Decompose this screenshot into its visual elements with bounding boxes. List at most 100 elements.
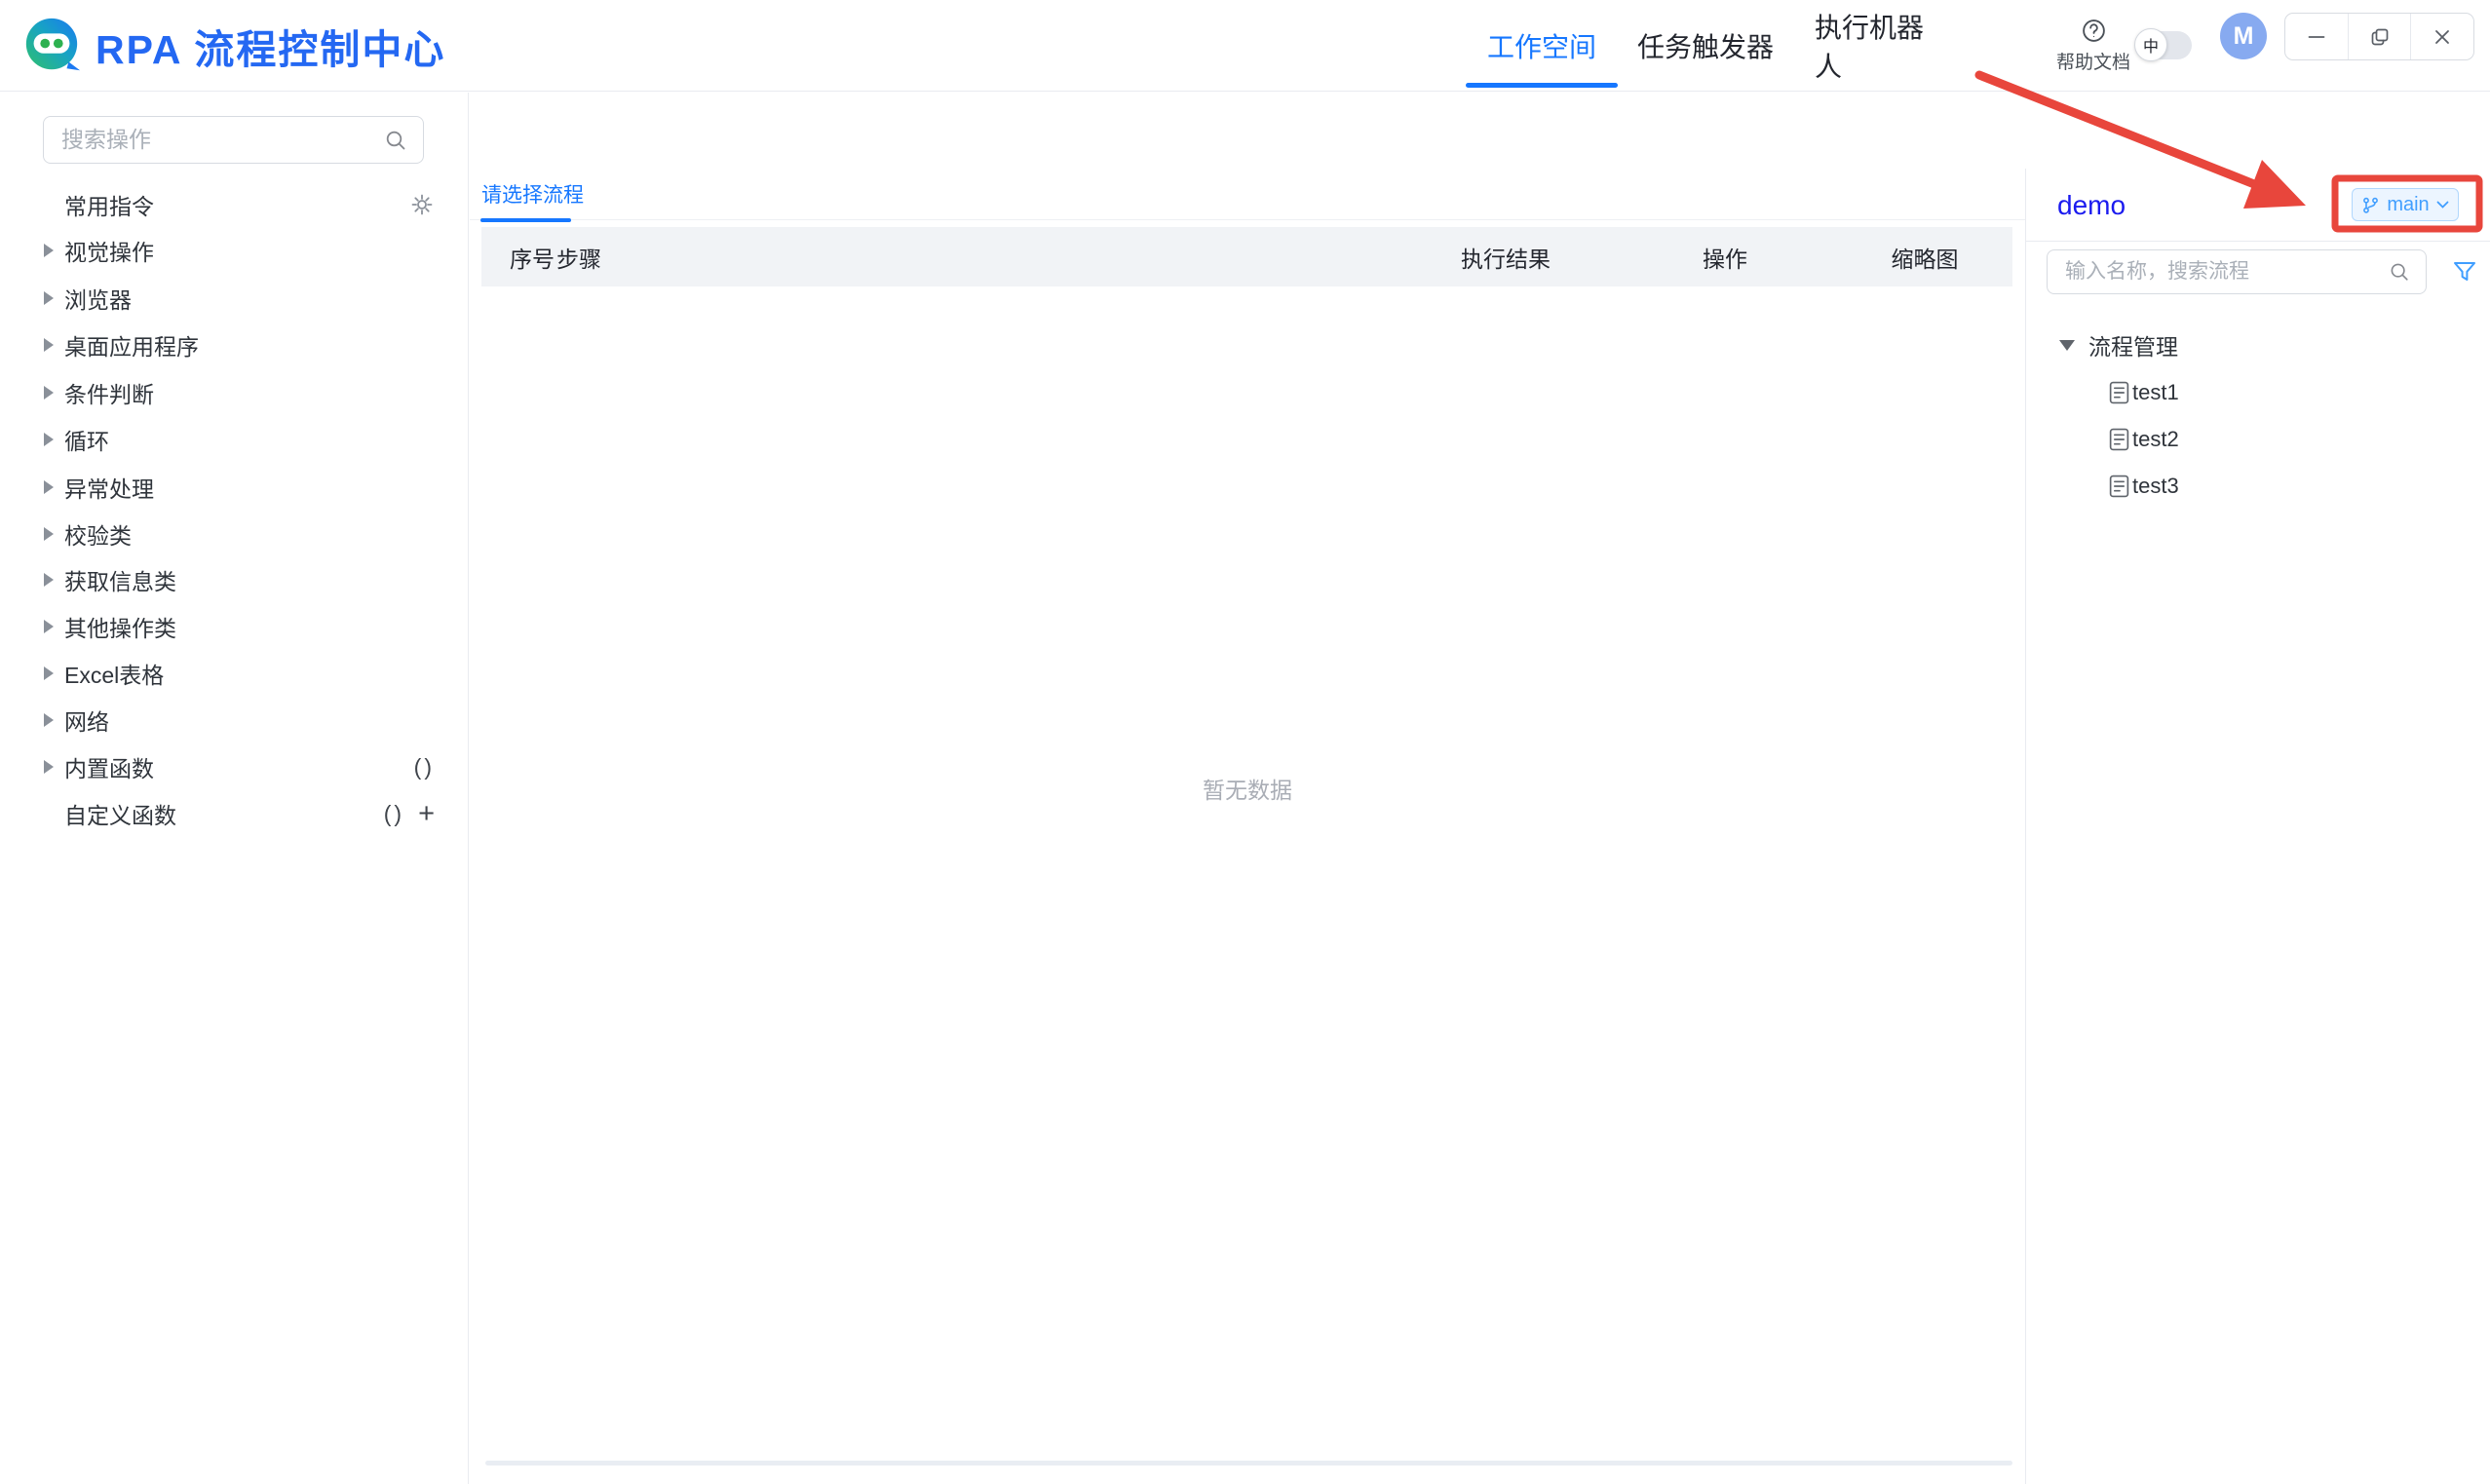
caret-right-icon <box>44 573 54 587</box>
gear-icon[interactable] <box>409 192 435 217</box>
tab-select-flow-label: 请选择流程 <box>481 179 584 209</box>
help-docs-label: 帮助文档 <box>2056 48 2130 74</box>
function-icon[interactable]: () <box>414 754 435 780</box>
sidebar-item-label: 网络 <box>64 704 109 737</box>
tree-node-flow-management[interactable]: 流程管理 <box>2059 327 2178 362</box>
language-toggle[interactable]: 中 <box>2136 31 2192 59</box>
steps-table-header: 序号 步骤 执行结果 操作 缩略图 <box>481 227 2012 286</box>
tree-item-label: test3 <box>2132 474 2179 499</box>
sidebar-item-label: 校验类 <box>64 517 132 551</box>
sidebar-item-label: 获取信息类 <box>64 563 176 596</box>
caret-right-icon <box>44 620 54 633</box>
sidebar-item-label: 桌面应用程序 <box>64 328 199 361</box>
column-header-step: 步骤 <box>556 241 1398 274</box>
column-header-result: 执行结果 <box>1398 241 1613 274</box>
sidebar-item-other-ops[interactable]: 其他操作类 <box>0 603 468 650</box>
flow-tab-bar: 请选择流程 <box>470 169 2025 220</box>
tree-item-label: test2 <box>2132 427 2179 452</box>
tree-item-test3[interactable]: test3 <box>2109 470 2179 503</box>
tab-workspace[interactable]: 工作空间 <box>1466 0 1618 92</box>
avatar[interactable]: M <box>2220 13 2267 59</box>
tab-task-trigger-label: 任务触发器 <box>1637 26 1774 65</box>
sidebar-item-label: 浏览器 <box>64 282 132 315</box>
sidebar-item-common-commands[interactable]: 常用指令 <box>0 181 468 228</box>
tab-select-flow[interactable]: 请选择流程 <box>481 169 584 219</box>
question-circle-icon <box>2081 18 2107 44</box>
column-header-thumbnail: 缩略图 <box>1837 241 2012 274</box>
app-logo: RPA 流程控制中心 <box>21 14 445 78</box>
sidebar-item-network[interactable]: 网络 <box>0 697 468 743</box>
document-icon <box>2109 428 2129 451</box>
app-title: RPA 流程控制中心 <box>96 17 445 75</box>
sidebar-item-label: Excel表格 <box>64 657 164 690</box>
minimize-icon <box>2305 25 2328 49</box>
window-controls <box>2284 13 2474 60</box>
search-icon <box>2389 261 2410 283</box>
flow-search-input[interactable] <box>2063 259 2379 285</box>
close-button[interactable] <box>2410 14 2473 59</box>
sidebar-item-label: 条件判断 <box>64 376 154 409</box>
sidebar-item-get-info[interactable]: 获取信息类 <box>0 556 468 603</box>
column-header-operation: 操作 <box>1613 241 1837 274</box>
filter-button[interactable] <box>2445 252 2484 291</box>
restore-icon <box>2368 25 2392 49</box>
tree-item-test2[interactable]: test2 <box>2109 423 2179 456</box>
sidebar-item-label: 其他操作类 <box>64 610 176 643</box>
tab-workspace-label: 工作空间 <box>1487 26 1596 65</box>
caret-right-icon <box>44 760 54 774</box>
sidebar-item-conditions[interactable]: 条件判断 <box>0 369 468 416</box>
add-function-icon[interactable]: + <box>418 800 435 828</box>
caret-down-icon <box>2059 340 2075 351</box>
branch-selector-button[interactable]: main <box>2352 188 2459 221</box>
language-toggle-knob: 中 <box>2134 28 2167 61</box>
restore-button[interactable] <box>2348 14 2411 59</box>
column-header-index: 序号 <box>481 241 556 274</box>
sidebar-item-exception-handling[interactable]: 异常处理 <box>0 464 468 511</box>
sidebar-item-browser[interactable]: 浏览器 <box>0 275 468 322</box>
sidebar-item-label: 异常处理 <box>64 471 154 504</box>
tab-robots-label: 执行机器人 <box>1815 7 1945 85</box>
sidebar-search-input[interactable] <box>59 126 374 154</box>
sidebar-item-label: 常用指令 <box>64 188 154 221</box>
close-icon <box>2431 25 2454 49</box>
tree-item-test1[interactable]: test1 <box>2109 376 2179 409</box>
flow-tree-panel: demo main <box>2025 169 2490 1484</box>
empty-state-text: 暂无数据 <box>470 772 2025 805</box>
flow-steps-panel: 请选择流程 序号 步骤 执行结果 操作 缩略图 暂无数据 <box>470 93 2025 1484</box>
sidebar-item-validation[interactable]: 校验类 <box>0 511 468 557</box>
sidebar-item-custom-functions[interactable]: 自定义函数 () + <box>0 790 468 837</box>
sidebar-item-excel[interactable]: Excel表格 <box>0 650 468 697</box>
minimize-button[interactable] <box>2285 14 2348 59</box>
document-icon <box>2109 381 2129 404</box>
caret-right-icon <box>44 527 54 541</box>
funnel-icon <box>2450 257 2479 286</box>
caret-right-icon <box>44 480 54 494</box>
sidebar-item-loops[interactable]: 循环 <box>0 416 468 463</box>
sidebar-item-label: 循环 <box>64 423 109 456</box>
command-sidebar: 常用指令 视觉操作 浏览器 <box>0 93 469 1484</box>
flow-search-box <box>2047 249 2427 294</box>
caret-right-icon <box>44 713 54 727</box>
caret-right-icon <box>44 244 54 257</box>
flow-name: demo <box>2057 169 2126 242</box>
sidebar-item-desktop-apps[interactable]: 桌面应用程序 <box>0 322 468 368</box>
sidebar-item-builtin-functions[interactable]: 内置函数 () <box>0 743 468 790</box>
logo-robot-icon <box>21 16 82 76</box>
caret-right-icon <box>44 386 54 400</box>
app-window: RPA 流程控制中心 工作空间 任务触发器 执行机器人 帮助文档 中 M <box>0 0 2490 1484</box>
caret-right-icon <box>44 433 54 446</box>
git-branch-icon <box>2361 196 2380 214</box>
search-icon <box>384 129 407 152</box>
help-docs-button[interactable]: 帮助文档 <box>2052 8 2134 84</box>
tab-robots[interactable]: 执行机器人 <box>1815 0 1945 92</box>
caret-right-icon <box>44 291 54 305</box>
tree-root-label: 流程管理 <box>2088 328 2178 361</box>
function-icon[interactable]: () <box>384 801 404 827</box>
tab-task-trigger[interactable]: 任务触发器 <box>1637 0 1774 92</box>
sidebar-item-visual-ops[interactable]: 视觉操作 <box>0 227 468 274</box>
sidebar-item-label: 视觉操作 <box>64 234 154 267</box>
chevron-down-icon <box>2436 201 2449 209</box>
tree-item-label: test1 <box>2132 380 2179 405</box>
branch-name-label: main <box>2387 194 2429 216</box>
sidebar-search-box <box>43 116 424 164</box>
